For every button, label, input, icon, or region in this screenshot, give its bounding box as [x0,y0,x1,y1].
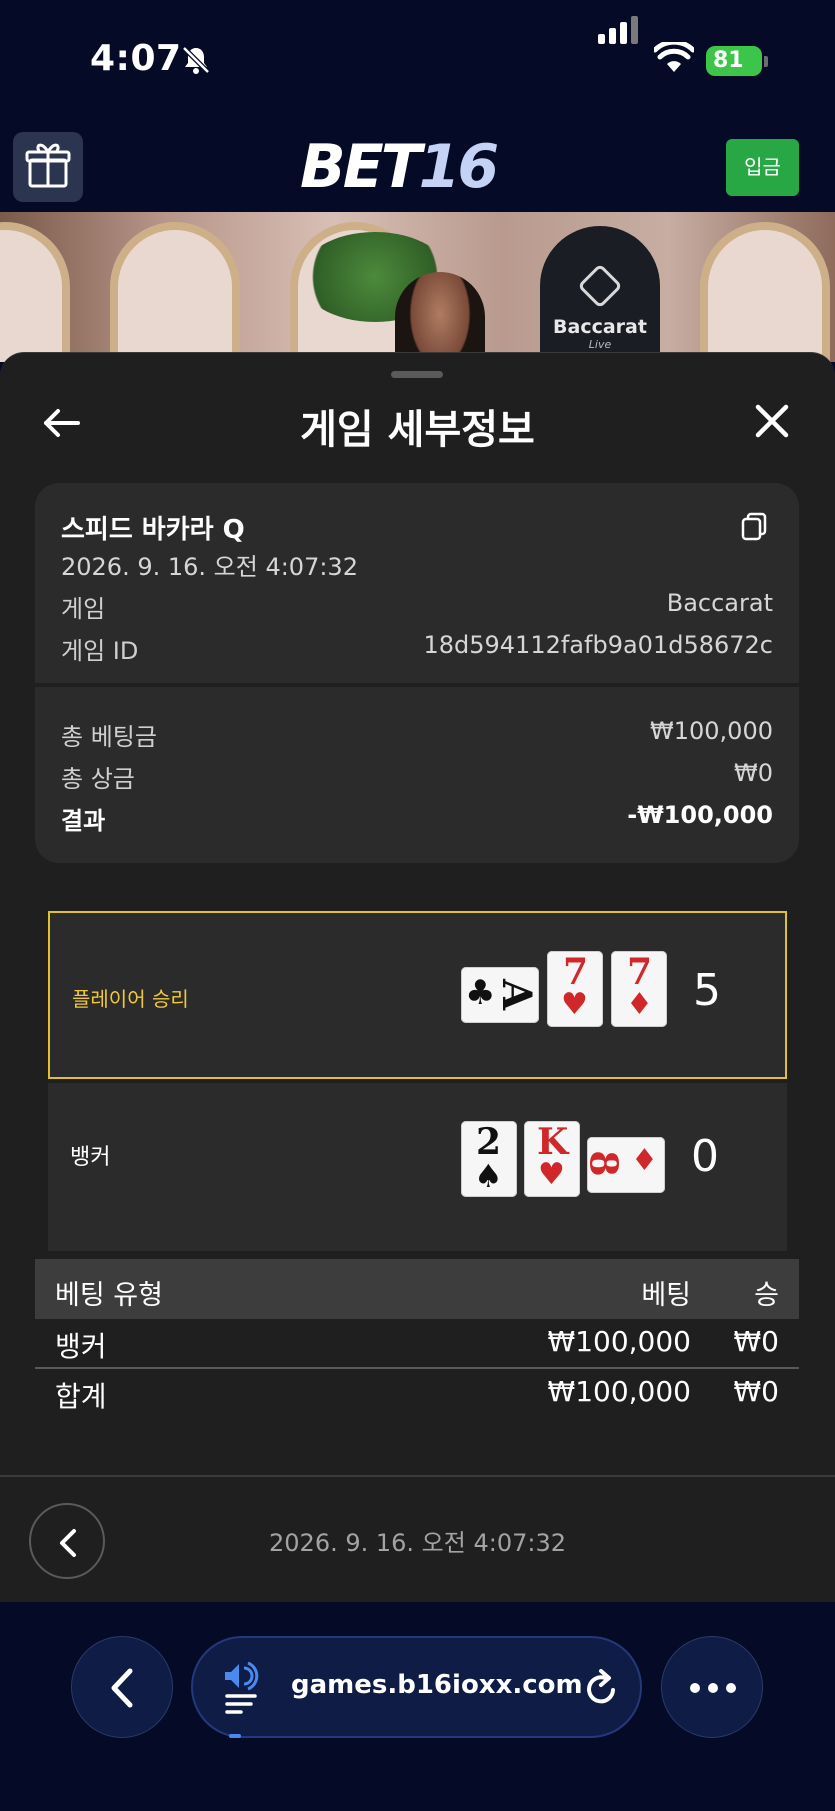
game-id-label: 게임 ID [61,637,139,665]
card-suit: ♦ [631,1143,658,1178]
player-result-box: 플레이어 승리 ♣ A 7 ♥ 7 ♦ 5 [48,911,787,1079]
background-arch [700,222,830,362]
game-type-label: 게임 [61,595,106,623]
baccarat-logo-icon [577,263,623,309]
gift-button[interactable] [13,132,83,202]
close-icon[interactable] [752,401,792,441]
baccarat-badge-title: Baccarat [553,316,647,338]
playing-card: 7 ♦ [611,951,667,1027]
result-value: -₩100,000 [627,801,773,829]
player-result-label: 플레이어 승리 [72,987,189,1011]
card-rank: 8 [581,1150,627,1177]
total-prize-label: 총 상금 [61,765,135,793]
chevron-left-icon [111,1668,133,1708]
total-bet-cell: ₩100,000 [547,1375,691,1408]
playing-card: 2 ♠ [461,1121,517,1197]
game-details-sheet: 게임 세부정보 스피드 바카라 Q 2026. 9. 16. 오전 4:07:3… [0,352,835,1602]
banker-result-label: 뱅커 [70,1145,111,1170]
total-win-cell: ₩0 [733,1375,780,1408]
bet-type-cell: 뱅커 [55,1330,107,1363]
address-bar[interactable]: games.b16ioxx.com [191,1636,642,1738]
card-suit: ♥ [561,987,588,1022]
header-bet-amount: 베팅 [641,1280,691,1311]
game-info-card: 스피드 바카라 Q 2026. 9. 16. 오전 4:07:32 게임 Bac… [35,483,799,863]
player-score: 5 [693,965,721,1016]
baccarat-live-badge: Baccarat Live [540,226,660,362]
footer-divider [0,1475,835,1477]
browser-toolbar: games.b16ioxx.com [0,1602,835,1811]
speaker-reader-icon [225,1661,259,1714]
table-header: 베팅 유형 베팅 승 [35,1259,799,1319]
total-bet-value: ₩100,000 [650,717,773,745]
total-bet-row: 총 베팅금 ₩100,000 [61,717,773,752]
battery-indicator: 81 [706,46,762,76]
status-bar: 4:07 81 [0,0,835,120]
game-id-row: 게임 ID 18d594112fafb9a01d58672c [61,631,773,666]
bell-muted-icon [182,46,210,74]
header-win: 승 [754,1280,779,1311]
game-name: 스피드 바카라 Q [61,515,245,545]
game-type-row: 게임 Baccarat [61,589,773,624]
game-id-value[interactable]: 18d594112fafb9a01d58672c [423,631,773,659]
playing-card: ♣ A [461,967,541,1023]
card-suit: ♥ [538,1157,565,1192]
result-label: 결과 [61,807,106,835]
live-game-banner: Baccarat Live [0,212,835,362]
dealer-figure [395,272,485,362]
card-suit: ♠ [474,1157,503,1195]
background-arch [110,222,240,362]
total-prize-value: ₩0 [734,759,773,787]
deposit-button[interactable]: 입금 [726,139,799,196]
table-total-row: 합계 ₩100,000 ₩0 [35,1367,799,1415]
url-text: games.b16ioxx.com [291,1670,583,1700]
win-amount-cell: ₩0 [733,1325,780,1358]
header-bet-type: 베팅 유형 [55,1280,163,1311]
sheet-title: 게임 세부정보 [300,407,535,453]
banker-result-box: 뱅커 2 ♠ K ♥ 8 ♦ 0 [48,1083,787,1251]
copy-icon[interactable] [739,511,769,541]
total-label-cell: 합계 [55,1380,107,1413]
footer-datetime: 2026. 9. 16. 오전 4:07:32 [269,1529,566,1557]
card-rank: A [493,978,541,1011]
total-bet-label: 총 베팅금 [61,723,157,751]
gift-icon [25,143,71,188]
sheet-grab-handle[interactable] [391,371,443,378]
result-row: 결과 -₩100,000 [61,801,773,836]
baccarat-badge-subtitle: Live [588,338,612,351]
banker-score: 0 [691,1131,719,1182]
background-arch [0,222,70,362]
table-row: 뱅커 ₩100,000 ₩0 [35,1319,799,1367]
card-divider [35,683,799,687]
app-header: BET16 입금 [0,120,835,212]
more-options-button[interactable] [661,1636,763,1738]
playing-card: K ♥ [524,1121,580,1197]
ellipsis-icon [690,1683,736,1693]
clock: 4:07 [90,38,182,79]
card-suit: ♦ [626,987,653,1022]
bet16-logo[interactable]: BET16 [300,132,499,202]
total-prize-row: 총 상금 ₩0 [61,759,773,794]
wifi-icon [654,42,694,72]
card-suit: ♣ [465,973,496,1013]
reload-icon[interactable] [583,1668,621,1708]
page-load-progress [229,1734,241,1738]
game-type-value: Baccarat [666,589,773,617]
browser-back-button[interactable] [71,1636,173,1738]
playing-card: 7 ♥ [547,951,603,1027]
game-datetime: 2026. 9. 16. 오전 4:07:32 [61,553,358,581]
bet-amount-cell: ₩100,000 [547,1325,691,1358]
battery-tip [764,56,768,67]
playing-card: 8 ♦ [582,1137,665,1193]
